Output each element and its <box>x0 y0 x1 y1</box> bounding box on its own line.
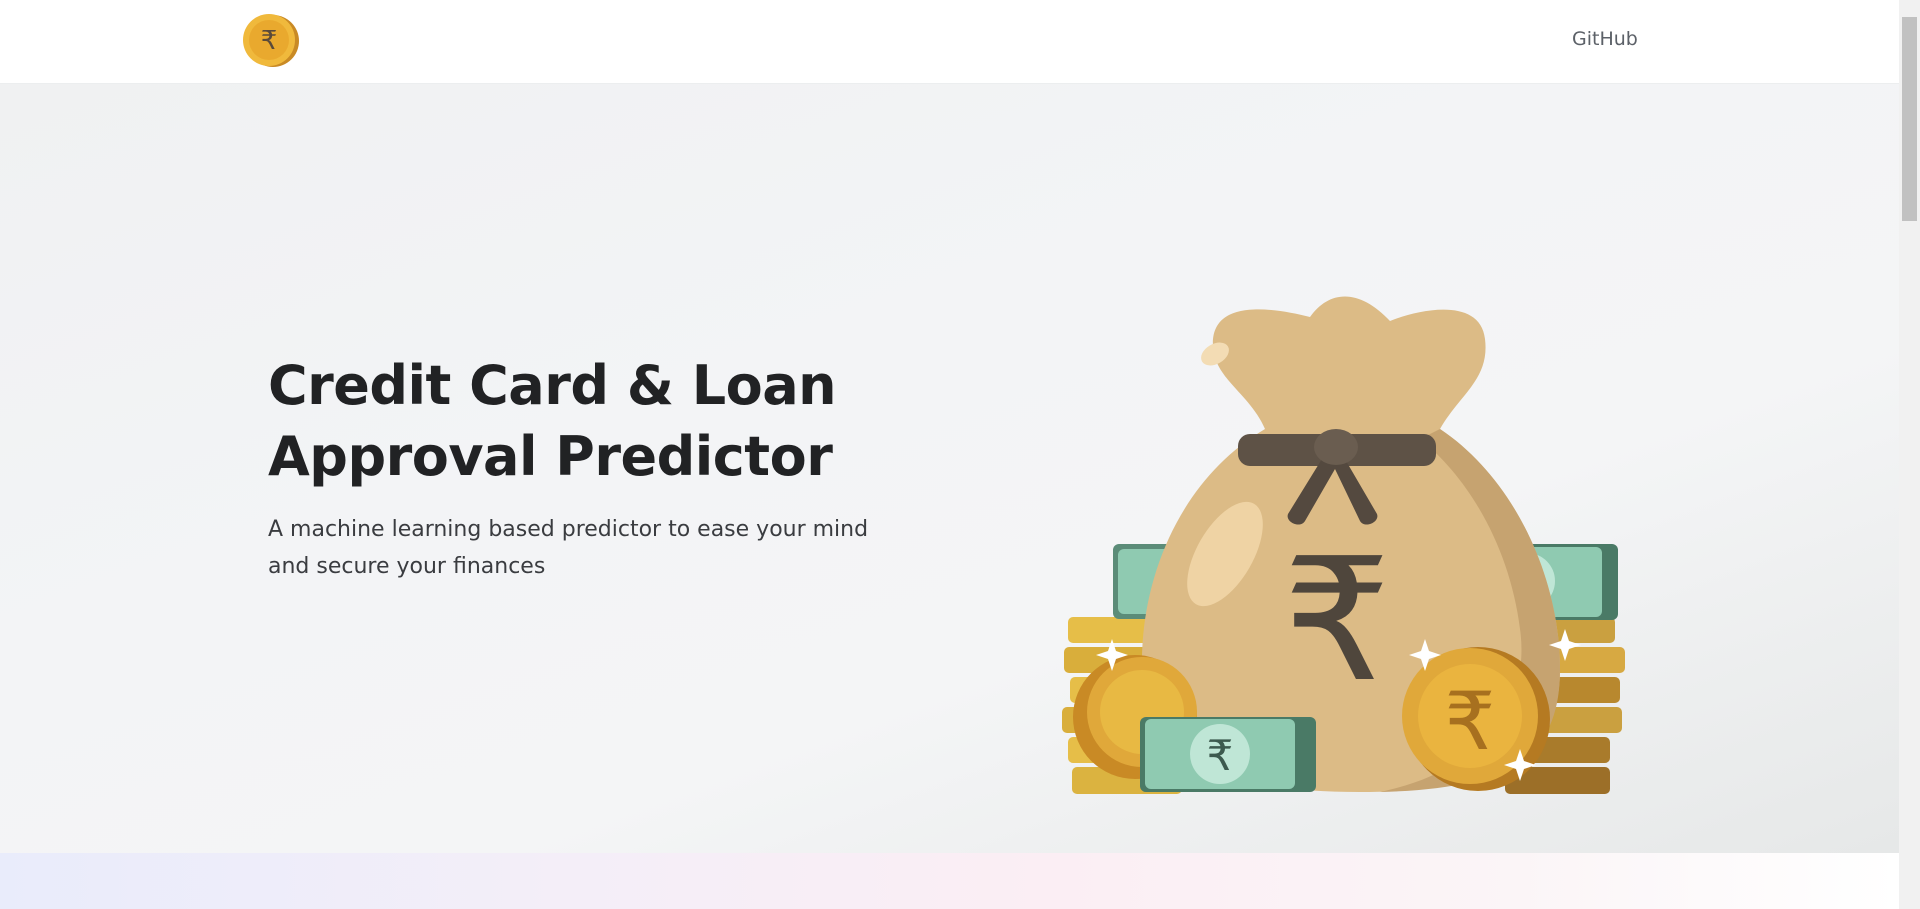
rupee-money-bag-icon: ₹ ₹ ₹ ₹ <box>1062 296 1625 794</box>
svg-text:₹: ₹ <box>1445 675 1496 768</box>
top-navbar: ₹ GitHub <box>0 0 1899 84</box>
hero-title: Credit Card & Loan Approval Predictor <box>268 354 837 488</box>
hero-section: Credit Card & Loan Approval Predictor A … <box>0 84 1899 853</box>
hero-subtitle: A machine learning based predictor to ea… <box>268 517 869 579</box>
scrollbar-thumb[interactable] <box>1902 17 1917 221</box>
github-link[interactable]: GitHub <box>1572 28 1638 50</box>
banknote-front: ₹ <box>1140 717 1316 792</box>
next-section-strip <box>0 853 1899 909</box>
svg-text:₹: ₹ <box>1283 522 1391 720</box>
page-scrollbar[interactable] <box>1899 0 1920 909</box>
svg-text:₹: ₹ <box>261 26 278 56</box>
svg-text:₹: ₹ <box>1207 731 1234 780</box>
rupee-coin-icon[interactable]: ₹ <box>242 13 300 68</box>
